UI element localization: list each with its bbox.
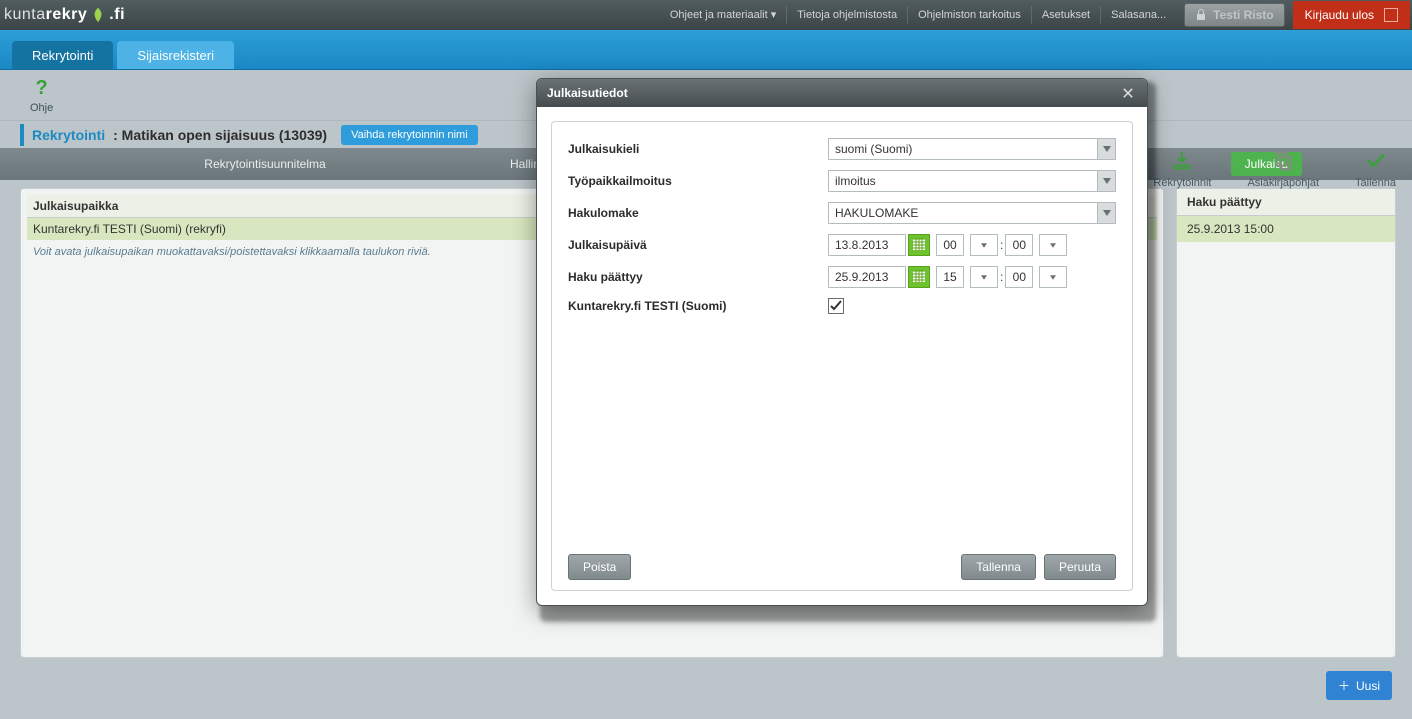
title-accent: [20, 124, 24, 146]
label-julkaisupaiva: Julkaisupäivä: [568, 238, 828, 252]
breadcrumb-label: Rekrytointi: [32, 127, 105, 143]
chevron-down-icon: [1097, 171, 1115, 191]
input-haku-paattyy[interactable]: 25.9.2013: [828, 266, 906, 288]
new-button-label: Uusi: [1356, 679, 1380, 693]
top-menu: Ohjeet ja materiaalit ▾ Tietoja ohjelmis…: [660, 0, 1412, 30]
brand-leaf-icon: [89, 6, 107, 24]
lock-icon: [1195, 9, 1207, 21]
modal-title: Julkaisutiedot: [547, 86, 628, 100]
page-actions: Rekrytoinnit Asiakirjapohjat Tallenna: [1153, 150, 1396, 189]
action-tallenna-label: Tallenna: [1355, 177, 1396, 189]
modal-julkaisutiedot: Julkaisutiedot Julkaisukieli suomi (Suom…: [536, 78, 1148, 606]
modal-inner: Julkaisukieli suomi (Suomi) Työpaikkailm…: [551, 121, 1133, 591]
brand-part2: rekry: [46, 6, 88, 24]
close-icon[interactable]: [1119, 84, 1137, 102]
top-bar: kuntarekry .fi Ohjeet ja materiaalit ▾ T…: [0, 0, 1412, 30]
time-separator: :: [1000, 270, 1003, 284]
label-channel: Kuntarekry.fi TESTI (Suomi): [568, 299, 828, 313]
select-end-mm[interactable]: 00: [1005, 266, 1033, 288]
action-asiakirjapohjat-label: Asiakirjapohjat: [1247, 177, 1319, 189]
select-julkaisukieli-value: suomi (Suomi): [835, 142, 912, 156]
logout-button[interactable]: Kirjaudu ulos: [1293, 1, 1410, 29]
topmenu-password[interactable]: Salasana...: [1100, 6, 1176, 24]
action-rekrytoinnit-label: Rekrytoinnit: [1153, 177, 1211, 189]
select-tyopaikkailmoitus-value: ilmoitus: [835, 174, 876, 188]
select-pub-hh[interactable]: 00: [936, 234, 964, 256]
cancel-button[interactable]: Peruuta: [1044, 554, 1116, 580]
calendar-icon: [912, 237, 926, 254]
delete-button[interactable]: Poista: [568, 554, 631, 580]
nav-tabs: Rekrytointi Sijaisrekisteri: [0, 30, 1412, 70]
user-chip[interactable]: Testi Risto: [1184, 3, 1284, 27]
brand-part1: kunta: [4, 6, 46, 24]
topmenu-purpose[interactable]: Ohjelmiston tarkoitus: [907, 6, 1031, 24]
topmenu-about[interactable]: Tietoja ohjelmistosta: [786, 6, 907, 24]
save-button[interactable]: Tallenna: [961, 554, 1036, 580]
plus-icon: ＋: [1338, 677, 1350, 694]
time-separator: :: [1000, 238, 1003, 252]
calendar-button-end[interactable]: [908, 266, 930, 288]
chevron-down-icon: [970, 234, 998, 256]
right-panel: Haku päättyy 25.9.2013 15:00: [1176, 188, 1396, 658]
modal-footer: Poista Tallenna Peruuta: [568, 544, 1116, 580]
tab-rekrytointi[interactable]: Rekrytointi: [12, 41, 113, 69]
rename-button[interactable]: Vaihda rekrytoinnin nimi: [341, 125, 478, 145]
brand-suffix: .fi: [109, 6, 125, 24]
tab-sijaisrekisteri[interactable]: Sijaisrekisteri: [117, 41, 234, 69]
chevron-down-icon: [1097, 203, 1115, 223]
select-hakulomake[interactable]: HAKULOMAKE: [828, 202, 1116, 224]
chevron-down-icon: [1097, 139, 1115, 159]
calendar-icon: [912, 269, 926, 286]
topmenu-help-materials[interactable]: Ohjeet ja materiaalit ▾: [660, 6, 786, 24]
label-haku-paattyy: Haku päättyy: [568, 270, 828, 284]
page-title: : Matikan open sijaisuus (13039): [113, 127, 327, 143]
right-header: Haku päättyy: [1177, 189, 1395, 216]
label-hakulomake: Hakulomake: [568, 206, 828, 220]
modal-header: Julkaisutiedot: [537, 79, 1147, 107]
select-hakulomake-value: HAKULOMAKE: [835, 206, 918, 220]
copy-icon: [1272, 150, 1294, 175]
new-button[interactable]: ＋ Uusi: [1326, 671, 1392, 700]
logout-label: Kirjaudu ulos: [1305, 8, 1374, 22]
user-name: Testi Risto: [1213, 8, 1273, 22]
select-pub-mm[interactable]: 00: [1005, 234, 1033, 256]
label-tyopaikkailmoitus: Työpaikkailmoitus: [568, 174, 828, 188]
checkbox-channel[interactable]: [828, 298, 844, 314]
select-end-hh[interactable]: 15: [936, 266, 964, 288]
action-tallenna[interactable]: Tallenna: [1355, 150, 1396, 189]
help-icon: ?: [36, 77, 48, 100]
topmenu-settings[interactable]: Asetukset: [1031, 6, 1100, 24]
brand-logo: kuntarekry .fi: [0, 0, 125, 30]
input-julkaisupaiva[interactable]: 13.8.2013: [828, 234, 906, 256]
chevron-down-icon: [1039, 234, 1067, 256]
check-icon: [1365, 150, 1387, 175]
right-value: 25.9.2013 15:00: [1177, 216, 1395, 242]
bottom-bar: ＋ Uusi: [1326, 671, 1392, 700]
action-rekrytoinnit[interactable]: Rekrytoinnit: [1153, 150, 1211, 189]
calendar-button-pub[interactable]: [908, 234, 930, 256]
help-button[interactable]: ? Ohje: [30, 77, 53, 114]
logout-icon: [1384, 8, 1398, 22]
modal-body: Julkaisukieli suomi (Suomi) Työpaikkailm…: [537, 107, 1147, 605]
chevron-down-icon: [1039, 266, 1067, 288]
subheader-plan: Rekrytointisuunnitelma: [20, 157, 510, 171]
select-tyopaikkailmoitus[interactable]: ilmoitus: [828, 170, 1116, 192]
action-asiakirjapohjat[interactable]: Asiakirjapohjat: [1247, 150, 1319, 189]
chevron-down-icon: [970, 266, 998, 288]
download-icon: [1171, 150, 1193, 175]
help-label: Ohje: [30, 102, 53, 114]
select-julkaisukieli[interactable]: suomi (Suomi): [828, 138, 1116, 160]
label-julkaisukieli: Julkaisukieli: [568, 142, 828, 156]
